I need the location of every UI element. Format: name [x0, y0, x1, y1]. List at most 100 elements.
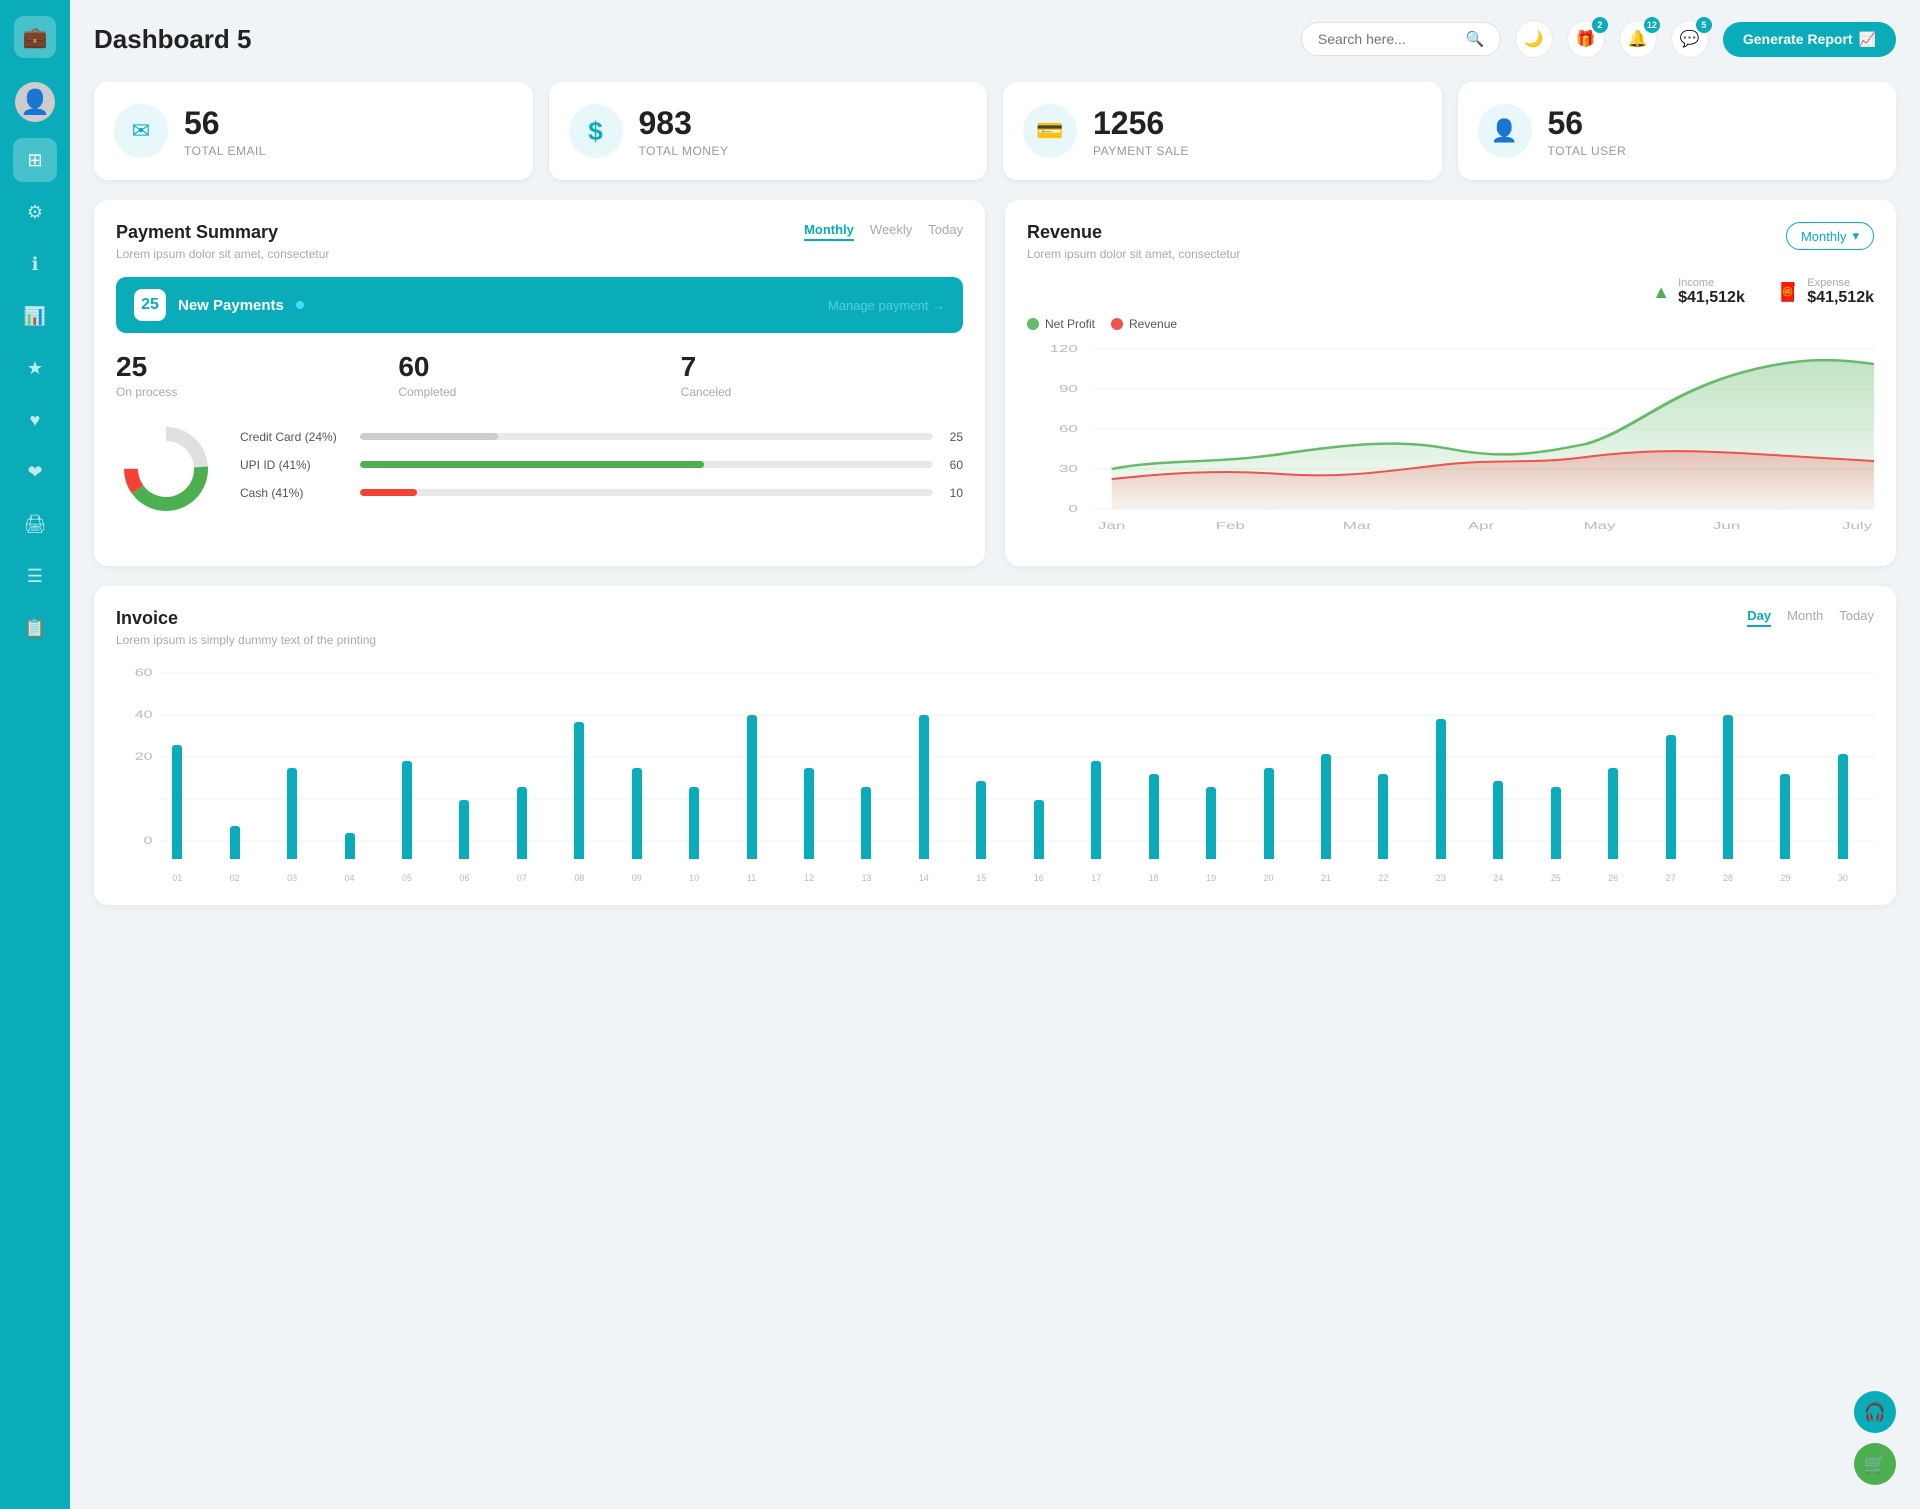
upi-label: UPI ID (41%) — [240, 458, 350, 472]
bar-visual — [1723, 715, 1733, 859]
sidebar-item-favorite[interactable]: ♥ — [13, 398, 57, 442]
tab-invoice-month[interactable]: Month — [1787, 608, 1823, 627]
theme-toggle-btn[interactable]: 🌙 — [1515, 20, 1553, 58]
sidebar-item-settings[interactable]: ⚙ — [13, 190, 57, 234]
money-stat-icon: $ — [569, 104, 623, 158]
sidebar-item-menu[interactable]: ☰ — [13, 554, 57, 598]
payment-breakdown: Credit Card (24%) 25 UPI ID (41%) 60 — [116, 419, 963, 524]
stats-row: ✉ 56 TOTAL EMAIL $ 983 TOTAL MONEY 💳 125… — [94, 82, 1896, 180]
breakdown-cash: Cash (41%) 10 — [240, 486, 963, 500]
stat-card-total-money: $ 983 TOTAL MONEY — [549, 82, 988, 180]
bar-item — [1012, 663, 1066, 859]
chat-btn[interactable]: 💬 5 — [1671, 20, 1709, 58]
bar-x-label: 08 — [552, 873, 606, 883]
income-label: Income — [1678, 277, 1745, 289]
bar-visual — [1034, 800, 1044, 859]
bell-icon: 🔔 — [1628, 29, 1648, 49]
search-input[interactable] — [1318, 31, 1458, 47]
sidebar-item-chart[interactable]: 📊 — [13, 294, 57, 338]
bar-x-label: 19 — [1184, 873, 1238, 883]
search-icon[interactable]: 🔍 — [1466, 30, 1485, 48]
bar-visual — [1091, 761, 1101, 859]
invoice-section: Invoice Lorem ipsum is simply dummy text… — [94, 586, 1896, 905]
sidebar-item-dashboard[interactable]: ⊞ — [13, 138, 57, 182]
payment-stats-nums: 25 On process 60 Completed 7 Canceled — [116, 351, 963, 399]
upi-val: 60 — [943, 458, 963, 472]
sidebar-item-info[interactable]: ℹ — [13, 242, 57, 286]
tab-today[interactable]: Today — [928, 222, 963, 241]
manage-payment-link[interactable]: Manage payment → — [828, 298, 945, 313]
stat-card-total-user: 👤 56 TOTAL USER — [1458, 82, 1897, 180]
revenue-label-text: Revenue — [1129, 317, 1177, 331]
upi-bar-fill — [360, 461, 704, 468]
svg-text:30: 30 — [1059, 463, 1078, 475]
canceled-number: 7 — [681, 351, 963, 383]
avatar[interactable]: 👤 — [15, 82, 55, 122]
bar-x-label: 09 — [610, 873, 664, 883]
credit-card-bar-track — [360, 433, 933, 440]
bar-item — [1529, 663, 1583, 859]
generate-report-button[interactable]: Generate Report 📈 — [1723, 22, 1896, 57]
gift-btn[interactable]: 🎁 2 — [1567, 20, 1605, 58]
grid-icon: ⊞ — [27, 150, 42, 171]
generate-report-label: Generate Report — [1743, 31, 1853, 47]
revenue-title-block: Revenue Lorem ipsum dolor sit amet, cons… — [1027, 222, 1240, 261]
svg-text:July: July — [1842, 520, 1872, 532]
on-process-block: 25 On process — [116, 351, 398, 399]
bar-visual — [1551, 787, 1561, 859]
bar-item — [1471, 663, 1525, 859]
bar-visual — [804, 768, 814, 859]
bar-x-label: 14 — [897, 873, 951, 883]
gift-badge: 2 — [1592, 17, 1608, 33]
payment-summary-subtitle: Lorem ipsum dolor sit amet, consectetur — [116, 247, 329, 261]
sidebar-item-print[interactable]: 🖨 — [13, 502, 57, 546]
sidebar-item-heart2[interactable]: ❤ — [13, 450, 57, 494]
payment-summary-header: Payment Summary Lorem ipsum dolor sit am… — [116, 222, 963, 261]
star-icon: ★ — [27, 358, 43, 379]
bar-item — [437, 663, 491, 859]
invoice-bar-chart: 60 40 20 0 01020304050607080910111213141… — [116, 663, 1874, 883]
expense-label: Expense — [1807, 277, 1874, 289]
sidebar: 💼 👤 ⊞ ⚙ ℹ 📊 ★ ♥ ❤ 🖨 ☰ 📋 — [0, 0, 70, 1509]
svg-text:Mar: Mar — [1343, 520, 1373, 532]
user-stat-icon: 👤 — [1478, 104, 1532, 158]
bar-x-label: 17 — [1069, 873, 1123, 883]
bar-x-label: 30 — [1816, 873, 1870, 883]
info-icon: ℹ — [32, 254, 39, 275]
search-box[interactable]: 🔍 — [1301, 22, 1501, 56]
filled-heart-icon: ❤ — [27, 462, 42, 483]
bar-x-label: 22 — [1356, 873, 1410, 883]
bar-visual — [402, 761, 412, 859]
moon-icon: 🌙 — [1524, 29, 1544, 49]
stat-info-user: 56 TOTAL USER — [1548, 105, 1627, 158]
svg-text:120: 120 — [1050, 343, 1079, 355]
main-content: Dashboard 5 🔍 🌙 🎁 2 🔔 12 💬 5 Gen — [70, 0, 1920, 1509]
tab-invoice-today[interactable]: Today — [1839, 608, 1874, 627]
bar-item — [1241, 663, 1295, 859]
sidebar-item-star[interactable]: ★ — [13, 346, 57, 390]
email-stat-icon: ✉ — [114, 104, 168, 158]
net-profit-legend: Net Profit — [1027, 317, 1095, 331]
tab-weekly[interactable]: Weekly — [870, 222, 912, 241]
bar-x-label: 16 — [1012, 873, 1066, 883]
tab-monthly[interactable]: Monthly — [804, 222, 854, 241]
bar-x-label: 21 — [1299, 873, 1353, 883]
canceled-block: 7 Canceled — [681, 351, 963, 399]
on-process-number: 25 — [116, 351, 398, 383]
cart-float-btn[interactable]: 🛒 — [1854, 1443, 1896, 1485]
new-payments-badge: 25 — [134, 289, 166, 321]
expense-icon: 🧧 — [1777, 282, 1799, 303]
support-float-btn[interactable]: 🎧 — [1854, 1391, 1896, 1433]
invoice-subtitle: Lorem ipsum is simply dummy text of the … — [116, 633, 376, 647]
sidebar-item-docs[interactable]: 📋 — [13, 606, 57, 650]
breakdown-list: Credit Card (24%) 25 UPI ID (41%) 60 — [240, 430, 963, 514]
revenue-header: Revenue Lorem ipsum dolor sit amet, cons… — [1027, 222, 1874, 261]
payment-summary-title: Payment Summary — [116, 222, 329, 243]
bar-item — [380, 663, 434, 859]
chevron-down-icon: ▾ — [1852, 228, 1859, 244]
bar-visual — [1321, 754, 1331, 859]
revenue-monthly-btn[interactable]: Monthly ▾ — [1786, 222, 1874, 250]
sidebar-logo[interactable]: 💼 — [14, 16, 56, 58]
bell-btn[interactable]: 🔔 12 — [1619, 20, 1657, 58]
tab-invoice-day[interactable]: Day — [1747, 608, 1771, 627]
